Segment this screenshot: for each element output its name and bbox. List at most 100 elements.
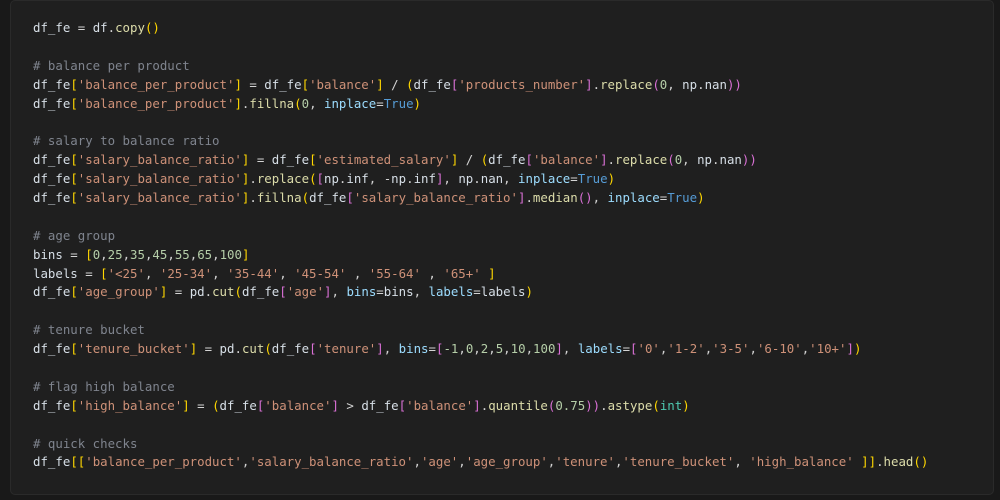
- code-line: df_fe['high_balance'] = (df_fe['balance'…: [33, 397, 928, 416]
- code-token: df_fe: [309, 190, 347, 206]
- code-token: '25-34': [159, 265, 213, 281]
- code-token: .: [592, 76, 601, 92]
- code-token: df_fe: [33, 76, 71, 92]
- code-token: quantile: [488, 397, 548, 413]
- code-token: 'balance': [264, 397, 332, 413]
- code-token: inplace: [324, 95, 377, 111]
- code-token: .: [525, 190, 533, 206]
- code-token: =: [376, 284, 384, 300]
- code-comment: # tenure bucket: [33, 322, 145, 338]
- code-token: inf: [346, 171, 369, 187]
- code-token: =: [167, 284, 190, 300]
- code-token: (: [301, 190, 310, 206]
- code-token: ,: [279, 265, 295, 281]
- code-token: ,: [525, 341, 534, 357]
- code-token: np: [458, 171, 474, 187]
- code-token: 'balance': [309, 76, 377, 92]
- code-token: (: [294, 95, 302, 111]
- code-token: ]: [234, 76, 242, 92]
- code-token: (: [652, 76, 660, 92]
- code-token: df_fe: [488, 152, 526, 168]
- code-token: ,: [331, 284, 347, 300]
- code-token: astype: [607, 397, 653, 413]
- code-token: 'tenure': [316, 341, 377, 357]
- code-token: [: [309, 152, 317, 168]
- code-token: df_fe: [413, 76, 451, 92]
- code-token: (: [264, 341, 272, 357]
- code-token: df_fe: [361, 397, 399, 413]
- code-token: ]: [324, 284, 332, 300]
- code-token: np: [324, 171, 339, 187]
- code-token: >: [338, 397, 362, 413]
- code-token: ]: [488, 265, 496, 281]
- code-token: ): [525, 284, 533, 300]
- code-token: 0.75: [555, 397, 586, 413]
- code-token: ]: [182, 397, 190, 413]
- code-token: replace: [615, 152, 668, 168]
- code-token: 'tenure': [555, 454, 615, 470]
- code-token: df_fe: [219, 397, 257, 413]
- code-token: replace: [256, 171, 310, 187]
- code-token: ]]: [861, 454, 877, 470]
- code-token: fillna: [256, 190, 302, 206]
- code-line: df_fe = df.copy(): [33, 19, 928, 38]
- code-token: pd: [219, 341, 235, 357]
- code-token: 'age_group': [465, 454, 548, 470]
- code-token: (: [652, 397, 660, 413]
- code-token: ,: [562, 341, 578, 357]
- code-token: (): [913, 454, 929, 470]
- code-token: int: [659, 397, 683, 413]
- code-token: '3-5': [712, 341, 750, 357]
- code-token: nan: [480, 171, 504, 187]
- code-token: ]: [376, 341, 384, 357]
- code-token: df_fe: [33, 341, 71, 357]
- code-editor[interactable]: df_fe = df.copy() # balance per product d…: [33, 19, 928, 472]
- code-token: =: [197, 341, 220, 357]
- code-token: ,: [122, 246, 131, 262]
- code-token: ,: [443, 171, 459, 187]
- code-token: df_fe: [33, 95, 71, 111]
- code-token: ,: [383, 341, 399, 357]
- code-token: 'salary_balance_ratio': [249, 454, 414, 470]
- code-comment: # balance per product: [33, 57, 190, 73]
- code-token: ,: [734, 454, 750, 470]
- code-token: 'salary_balance_ratio': [77, 190, 242, 206]
- code-token: [: [70, 171, 78, 187]
- code-token: '<25': [107, 265, 145, 281]
- code-token: =: [241, 76, 265, 92]
- code-token: (): [144, 20, 160, 35]
- code-token: '35-44': [227, 265, 280, 281]
- code-line: df_fe['salary_balance_ratio'].fillna(df_…: [33, 189, 928, 208]
- code-token: .: [204, 284, 213, 300]
- code-token: /: [383, 76, 407, 92]
- code-line: # flag high balance: [33, 378, 928, 397]
- code-token: =: [70, 20, 93, 35]
- code-token: 'age_group': [77, 284, 160, 300]
- code-token: 'high_balance': [77, 397, 183, 413]
- code-token: df_fe: [271, 152, 310, 168]
- code-token: ,: [413, 284, 429, 300]
- code-token: inplace: [518, 171, 571, 187]
- code-token: True: [383, 95, 414, 111]
- code-token: 'salary_balance_ratio': [77, 171, 242, 187]
- code-token: [: [70, 341, 78, 357]
- code-line: df_fe['balance_per_product'] = df_fe['ba…: [33, 76, 928, 95]
- code-token: .: [234, 341, 242, 357]
- code-token: (: [406, 76, 414, 92]
- code-token: inf: [413, 171, 436, 187]
- code-token: df_fe: [241, 284, 280, 300]
- code-token: =: [189, 397, 213, 413]
- code-token: cut: [241, 341, 265, 357]
- code-token: labels: [577, 341, 623, 357]
- code-token: '0': [637, 341, 660, 357]
- code-token: 'tenure_bucket': [622, 454, 735, 470]
- code-token: bins: [346, 284, 377, 300]
- code-token: [: [70, 76, 78, 92]
- code-token: 55: [174, 246, 190, 262]
- code-token: fillna: [249, 95, 295, 111]
- code-token: 'estimated_salary': [316, 152, 451, 168]
